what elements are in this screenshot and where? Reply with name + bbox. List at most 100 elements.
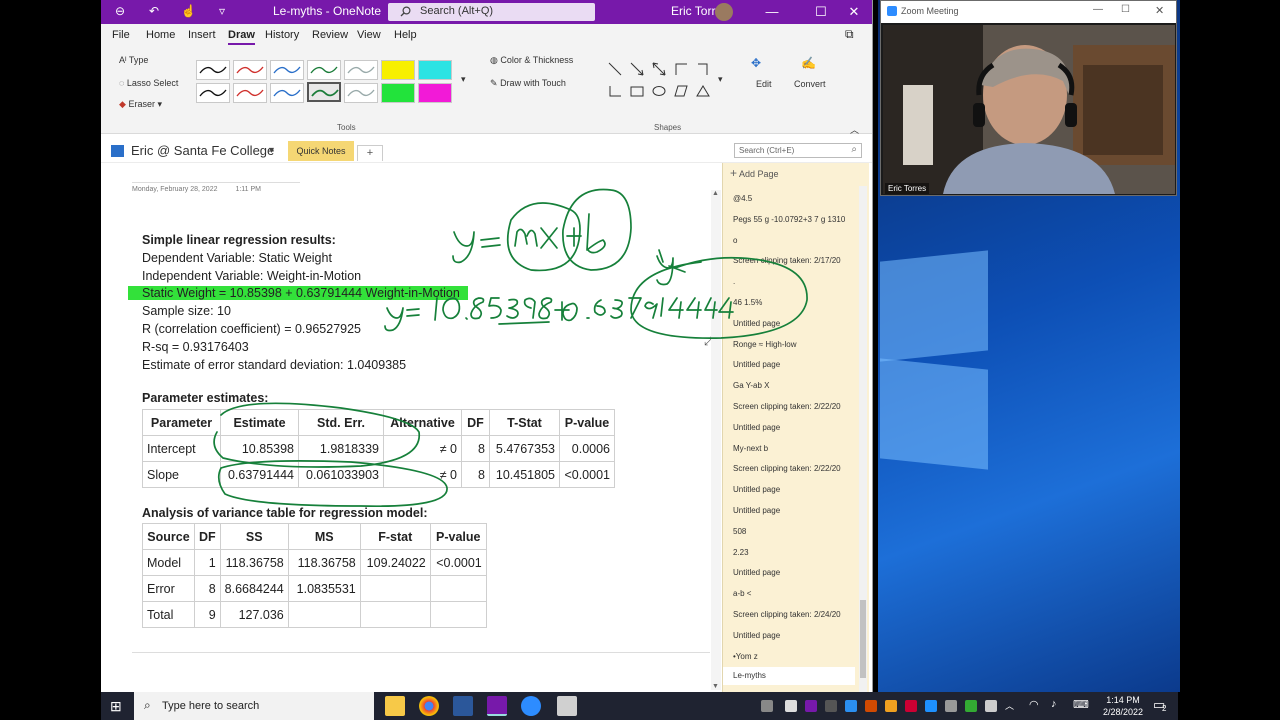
tray-icon[interactable] <box>985 700 997 712</box>
notebook-search-input[interactable]: Search (Ctrl+E) ⌕ <box>734 143 862 158</box>
tray-icon[interactable] <box>865 700 877 712</box>
page-list-item[interactable]: a-b < <box>733 589 751 598</box>
page-list-item[interactable]: Screen clipping taken: 2/22/20 <box>733 464 841 473</box>
page-list-item[interactable]: . <box>733 277 735 286</box>
lasso-select-button[interactable]: ◌ Lasso Select <box>119 78 178 88</box>
edit-button[interactable]: Edit <box>756 79 772 89</box>
customize-qat-icon[interactable]: ▿ <box>219 4 225 18</box>
start-icon[interactable]: ⊞ <box>110 698 122 715</box>
pen-green[interactable] <box>307 60 341 80</box>
onenote-icon[interactable] <box>487 696 507 716</box>
wifi-icon[interactable]: ◠ <box>1029 698 1039 711</box>
page-list-item[interactable]: Pegs 55 g -10.0792+3 7 g 1310 <box>733 215 845 224</box>
shapes-more-icon[interactable]: ▾ <box>718 74 723 85</box>
chevron-down-icon[interactable]: ▾ <box>269 145 274 156</box>
search-icon[interactable]: ⌕ <box>851 144 857 155</box>
page-list-item[interactable]: Ronge ≈ High-low <box>733 340 797 349</box>
page-list-item[interactable]: Untitled page <box>733 360 780 369</box>
type-button[interactable]: Aᴵ Type <box>119 55 148 65</box>
pen-blue[interactable] <box>270 60 304 80</box>
add-page-button[interactable]: + Add Page <box>730 166 779 180</box>
pen-black[interactable] <box>196 60 230 80</box>
color-thickness-button[interactable]: ◍ Color & Thickness <box>490 55 573 66</box>
defender-icon[interactable] <box>965 700 977 712</box>
maximize-icon[interactable]: ☐ <box>806 2 836 22</box>
scroll-down-icon[interactable]: ▼ <box>712 683 719 690</box>
page-list-item[interactable]: Untitled page <box>733 423 780 432</box>
page-list-item[interactable]: Untitled page <box>733 506 780 515</box>
tray-icon[interactable] <box>761 700 773 712</box>
page-list-item[interactable]: My-next b <box>733 444 768 453</box>
page-list-item[interactable]: •Yom z <box>733 652 758 661</box>
page-list-item[interactable]: Ga Y-ab X <box>733 381 769 390</box>
eraser-button[interactable]: ◆ Eraser ▾ <box>119 99 162 110</box>
chevron-up-icon[interactable]: ︿ <box>1005 699 1014 712</box>
page-list-item[interactable]: Untitled page <box>733 485 780 494</box>
tab-help[interactable]: Help <box>394 29 417 41</box>
page-list-item[interactable]: 508 <box>733 527 746 536</box>
avatar[interactable] <box>715 3 733 21</box>
pen-black-2[interactable] <box>196 83 230 103</box>
triangle-shape-icon[interactable] <box>696 84 710 98</box>
scroll-up-icon[interactable]: ▲ <box>712 190 719 197</box>
tray-onenote-icon[interactable] <box>805 700 817 712</box>
highlighter-green[interactable] <box>381 83 415 103</box>
minimize-icon[interactable]: — <box>757 2 787 22</box>
volume-icon[interactable]: ♪ <box>1051 698 1057 710</box>
page-list-item[interactable]: Untitled page <box>733 631 780 640</box>
bluetooth-icon[interactable] <box>925 700 937 712</box>
minimize-icon[interactable]: — <box>1093 4 1103 15</box>
chrome-icon[interactable] <box>419 696 439 716</box>
highlighter-cyan[interactable] <box>418 60 452 80</box>
tab-review[interactable]: Review <box>312 29 348 41</box>
clock[interactable]: 1:14 PM 2/28/2022 <box>1097 694 1149 718</box>
page-list-item[interactable]: Le-myths <box>723 667 855 686</box>
arrow-shape-icon[interactable] <box>630 62 644 76</box>
search-input[interactable]: Search (Alt+Q) <box>388 3 595 21</box>
tray-icon[interactable] <box>785 700 797 712</box>
pen-green-selected[interactable] <box>307 82 341 102</box>
word-icon[interactable] <box>453 696 473 716</box>
pen-red[interactable] <box>233 60 267 80</box>
page-canvas[interactable]: Monday, February 28, 2022 1:11 PM ⤢ Simp… <box>101 164 721 692</box>
snipping-tool-icon[interactable] <box>557 696 577 716</box>
notebook-pane-icon[interactable]: ⧉ <box>845 27 854 42</box>
tab-history[interactable]: History <box>265 29 299 41</box>
tray-icon[interactable] <box>905 700 917 712</box>
back-icon[interactable]: ⊖ <box>115 4 125 18</box>
pens-more-icon[interactable]: ▾ <box>461 74 466 85</box>
tab-draw[interactable]: Draw <box>228 29 255 45</box>
touch-mode-icon[interactable]: ☝ <box>181 4 196 18</box>
page-list-item[interactable]: Screen clipping taken: 2/24/20 <box>733 610 841 619</box>
pen-blue-2[interactable] <box>270 83 304 103</box>
rectangle-shape-icon[interactable] <box>630 84 644 98</box>
parallelogram-shape-icon[interactable] <box>674 84 688 98</box>
page-scrollbar[interactable]: ▲ ▼ <box>711 190 721 690</box>
convert-button[interactable]: Convert <box>794 79 826 89</box>
collapse-ribbon-icon[interactable]: ︿ <box>850 123 859 136</box>
draw-with-touch-button[interactable]: ✎ Draw with Touch <box>490 78 566 89</box>
file-explorer-icon[interactable] <box>385 696 405 716</box>
tray-onedrive-icon[interactable] <box>845 700 857 712</box>
close-icon[interactable]: ✕ <box>1155 4 1164 17</box>
tray-icon[interactable] <box>945 700 957 712</box>
keyboard-icon[interactable]: ⌨ <box>1073 698 1089 711</box>
axis-shape-icon[interactable] <box>674 62 688 76</box>
pen-red-2[interactable] <box>233 83 267 103</box>
undo-icon[interactable]: ↶ <box>149 4 159 18</box>
maximize-icon[interactable]: ☐ <box>1121 4 1130 15</box>
pen-gray[interactable] <box>344 60 378 80</box>
notebook-name[interactable]: Eric @ Santa Fe College <box>131 143 274 158</box>
corner-shape-icon[interactable] <box>608 84 622 98</box>
page-list-item[interactable]: Screen clipping taken: 2/17/20 <box>733 256 841 265</box>
page-list-item[interactable]: Screen clipping taken: 2/22/20 <box>733 402 841 411</box>
ellipse-shape-icon[interactable] <box>652 84 666 98</box>
tab-home[interactable]: Home <box>146 29 175 41</box>
highlighter-magenta[interactable] <box>418 83 452 103</box>
tab-insert[interactable]: Insert <box>188 29 216 41</box>
tab-file[interactable]: File <box>112 29 130 41</box>
page-list-item[interactable]: Untitled page <box>733 319 780 328</box>
tray-icon[interactable] <box>825 700 837 712</box>
line-shape-icon[interactable] <box>608 62 622 76</box>
axis2-shape-icon[interactable] <box>696 62 710 76</box>
